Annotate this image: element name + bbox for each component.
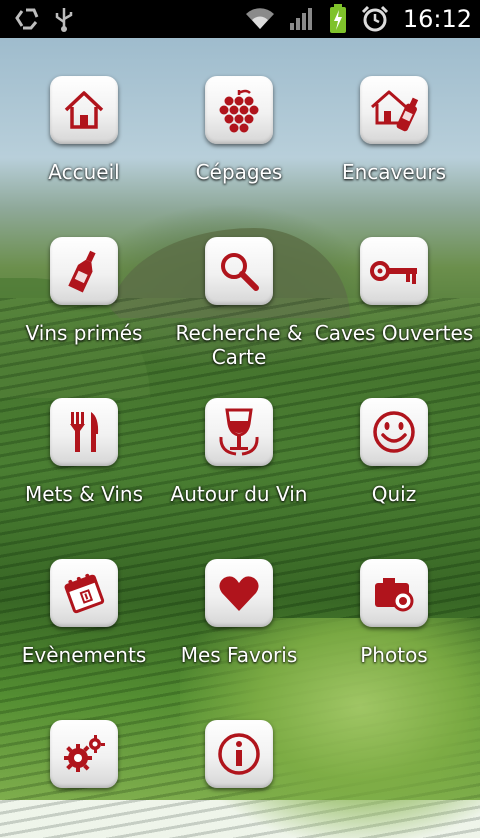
bottle-icon — [68, 250, 96, 293]
menu-item-label: Quiz — [371, 482, 417, 506]
wine-glass-icon — [219, 408, 259, 456]
fork-knife-icon — [70, 412, 99, 452]
quiz-button[interactable] — [360, 398, 428, 466]
mets-vins-button[interactable] — [50, 398, 118, 466]
signal-icon — [289, 7, 315, 31]
menu-item-quiz[interactable]: Quiz — [314, 398, 474, 506]
vins-primes-button[interactable] — [50, 237, 118, 305]
info-icon — [218, 733, 260, 775]
key-icon — [370, 261, 417, 284]
menu-item-photos[interactable]: Photos — [314, 559, 474, 667]
alarm-icon — [361, 5, 389, 33]
gears-icon — [64, 735, 105, 772]
grapes-icon — [219, 89, 259, 133]
menu-item-encaveurs[interactable]: Encaveurs — [314, 76, 474, 184]
menu-item-evenements[interactable]: Evènements — [4, 559, 164, 667]
battery-charging-icon — [329, 4, 347, 34]
menu-item-info[interactable] — [159, 720, 319, 804]
photos-button[interactable] — [360, 559, 428, 627]
home-icon — [64, 91, 104, 129]
menu-item-vins-primes[interactable]: Vins primés — [4, 237, 164, 345]
menu-item-label: Caves Ouvertes — [314, 321, 474, 345]
menu-item-label: Autour du Vin — [170, 482, 308, 506]
menu-item-label: Mes Favoris — [180, 643, 298, 667]
house-bottle-icon — [371, 90, 419, 132]
menu-item-autour-du-vin[interactable]: Autour du Vin — [159, 398, 319, 506]
clock: 16:12 — [402, 5, 472, 33]
menu-item-recherche-carte[interactable]: Recherche & Carte — [159, 237, 319, 369]
menu-item-label: Evènements — [21, 643, 147, 667]
menu-item-settings[interactable] — [4, 720, 164, 804]
menu-item-mets-vins[interactable]: Mets & Vins — [4, 398, 164, 506]
camera-icon — [375, 578, 414, 612]
settings-button[interactable] — [50, 720, 118, 788]
recherche-carte-button[interactable] — [205, 237, 273, 305]
menu-item-label: Recherche & Carte — [175, 321, 303, 369]
menu-item-mes-favoris[interactable]: Mes Favoris — [159, 559, 319, 667]
recycle-icon — [14, 6, 40, 32]
caves-ouvertes-button[interactable] — [360, 237, 428, 305]
smiley-icon — [373, 411, 415, 453]
menu-item-cepages[interactable]: Cépages — [159, 76, 319, 184]
menu-item-accueil[interactable]: Accueil — [4, 76, 164, 184]
accueil-button[interactable] — [50, 76, 118, 144]
mes-favoris-button[interactable] — [205, 559, 273, 627]
magnifier-icon — [221, 253, 259, 291]
menu-item-label: Vins primés — [25, 321, 143, 345]
menu-item-caves-ouvertes[interactable]: Caves Ouvertes — [314, 237, 474, 345]
encaveurs-button[interactable] — [360, 76, 428, 144]
calendar-icon — [64, 573, 105, 614]
autour-du-vin-button[interactable] — [205, 398, 273, 466]
menu-item-label: Encaveurs — [341, 160, 447, 184]
status-bar: 16:12 — [0, 0, 480, 38]
evenements-button[interactable] — [50, 559, 118, 627]
wifi-icon — [245, 7, 275, 31]
menu-item-label: Cépages — [195, 160, 283, 184]
usb-icon — [54, 6, 74, 32]
menu-item-label: Accueil — [48, 160, 120, 184]
cepages-button[interactable] — [205, 76, 273, 144]
menu-item-label: Mets & Vins — [24, 482, 144, 506]
heart-icon — [219, 576, 259, 611]
menu-item-label: Photos — [360, 643, 428, 667]
menu-grid: Accueil Cépages Encaveurs Vins primés Re… — [0, 38, 480, 800]
info-button[interactable] — [205, 720, 273, 788]
